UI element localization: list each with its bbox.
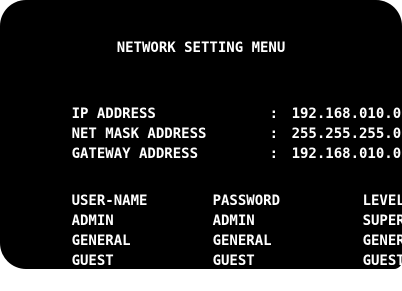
gateway-address-value[interactable]: 192.168.010.001 [292, 146, 402, 162]
setting-label: NET MASK ADDRESS [71, 126, 207, 142]
user-name-cell[interactable]: ADMIN [72, 211, 213, 231]
network-settings: IP ADDRESS:192.168.010.005 NET MASK ADDR… [21, 84, 402, 162]
password-cell[interactable]: GUEST [213, 251, 363, 271]
setting-separator: : [269, 126, 279, 142]
net-mask-value[interactable]: 255.255.255.000 [292, 126, 402, 142]
menu-title: NETWORK SETTING MENU [116, 40, 286, 56]
column-header-user-name: USER-NAME [71, 193, 148, 209]
osd-screen: NETWORK SETTING MENU IP ADDRESS:192.168.… [0, 0, 402, 269]
level-cell[interactable]: GUEST [363, 251, 402, 271]
setting-label: IP ADDRESS [71, 106, 156, 122]
user-name-cell[interactable]: GENERAL [72, 231, 213, 251]
user-table-header: USER-NAME PASSWORD LEVEL [21, 171, 402, 209]
column-header-level: LEVEL [362, 193, 402, 209]
level-cell[interactable]: GENERAL [363, 231, 402, 251]
column-header-password: PASSWORD [212, 193, 281, 209]
user-table: USER-NAME PASSWORD LEVEL ADMIN ADMIN SUPER G… [21, 171, 402, 269]
password-cell[interactable]: GENERAL [213, 231, 363, 251]
user-name-cell[interactable]: GUEST [72, 251, 213, 271]
setting-label: GATEWAY ADDRESS [71, 146, 199, 162]
password-cell[interactable]: ADMIN [213, 211, 363, 231]
level-cell[interactable]: SUPER [363, 211, 402, 231]
setting-separator: : [269, 106, 279, 122]
setting-separator: : [269, 146, 279, 162]
setting-row-ip[interactable]: IP ADDRESS:192.168.010.005 [21, 84, 402, 122]
ip-address-value[interactable]: 192.168.010.005 [292, 106, 402, 122]
